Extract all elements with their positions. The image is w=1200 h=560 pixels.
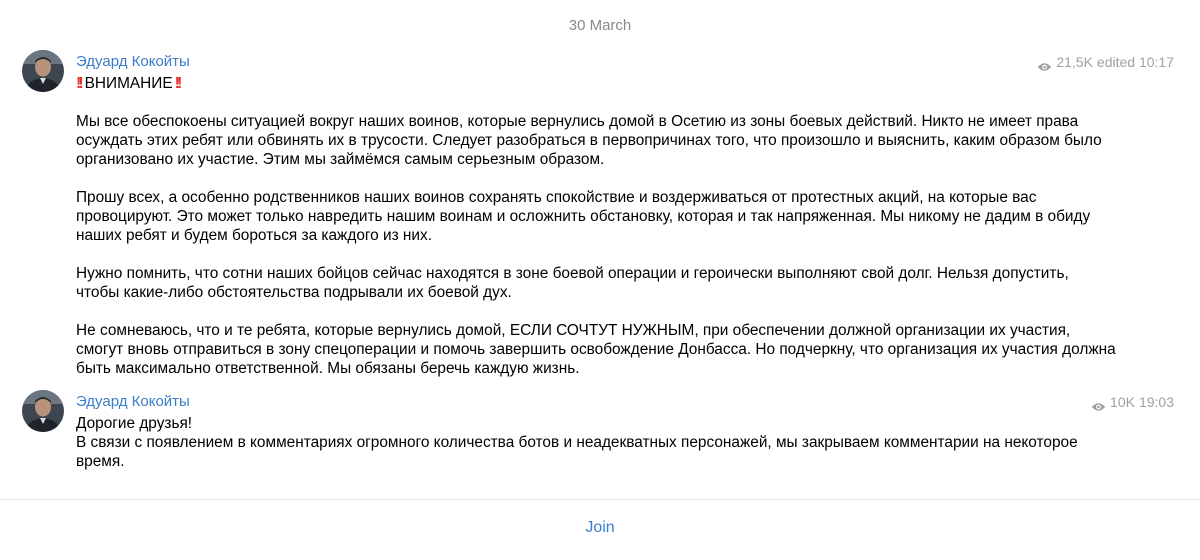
- post-paragraph: Нужно помнить, что сотни наших бойцов се…: [76, 265, 1069, 301]
- view-count: 10K: [1110, 394, 1135, 410]
- channel-footer: Join: [0, 499, 1200, 560]
- view-count: 21,5K: [1056, 54, 1093, 70]
- avatar[interactable]: [22, 50, 64, 92]
- post-paragraph: Мы все обеспокоены ситуацией вокруг наши…: [76, 113, 1102, 168]
- post-meta: 21,5K edited 10:17: [1037, 52, 1174, 72]
- post-meta: 10K 19:03: [1091, 392, 1174, 412]
- post-line: Дорогие друзья!: [76, 415, 193, 432]
- post-time: 19:03: [1138, 394, 1174, 410]
- post-body: Дорогие друзья! В связи с появлением в к…: [76, 414, 1116, 471]
- post-title: ВНИМАНИЕ: [84, 75, 173, 92]
- post-paragraph: Прошу всех, а особенно родственников наш…: [76, 189, 1091, 244]
- double-exclamation-icon: !!: [174, 75, 182, 92]
- avatar[interactable]: [22, 390, 64, 432]
- double-exclamation-icon: !!: [76, 75, 83, 92]
- post-body: !! ВНИМАНИЕ !! Мы все обеспокоены ситуац…: [76, 74, 1116, 378]
- eye-icon: [1091, 397, 1106, 411]
- eye-icon: [1037, 57, 1052, 71]
- post-line: В связи с появлением в комментариях огро…: [76, 434, 1078, 470]
- author-name[interactable]: Эдуард Кокойты: [76, 392, 190, 412]
- join-button[interactable]: Join: [0, 518, 1200, 538]
- date-separator: 30 March: [568, 17, 632, 34]
- author-name[interactable]: Эдуард Кокойты: [76, 52, 190, 72]
- post-title-line: !! ВНИМАНИЕ !!: [76, 74, 1116, 93]
- post-paragraph: Не сомневаюсь, что и те ребята, которые …: [76, 322, 1116, 377]
- edited-time: edited 10:17: [1096, 54, 1174, 70]
